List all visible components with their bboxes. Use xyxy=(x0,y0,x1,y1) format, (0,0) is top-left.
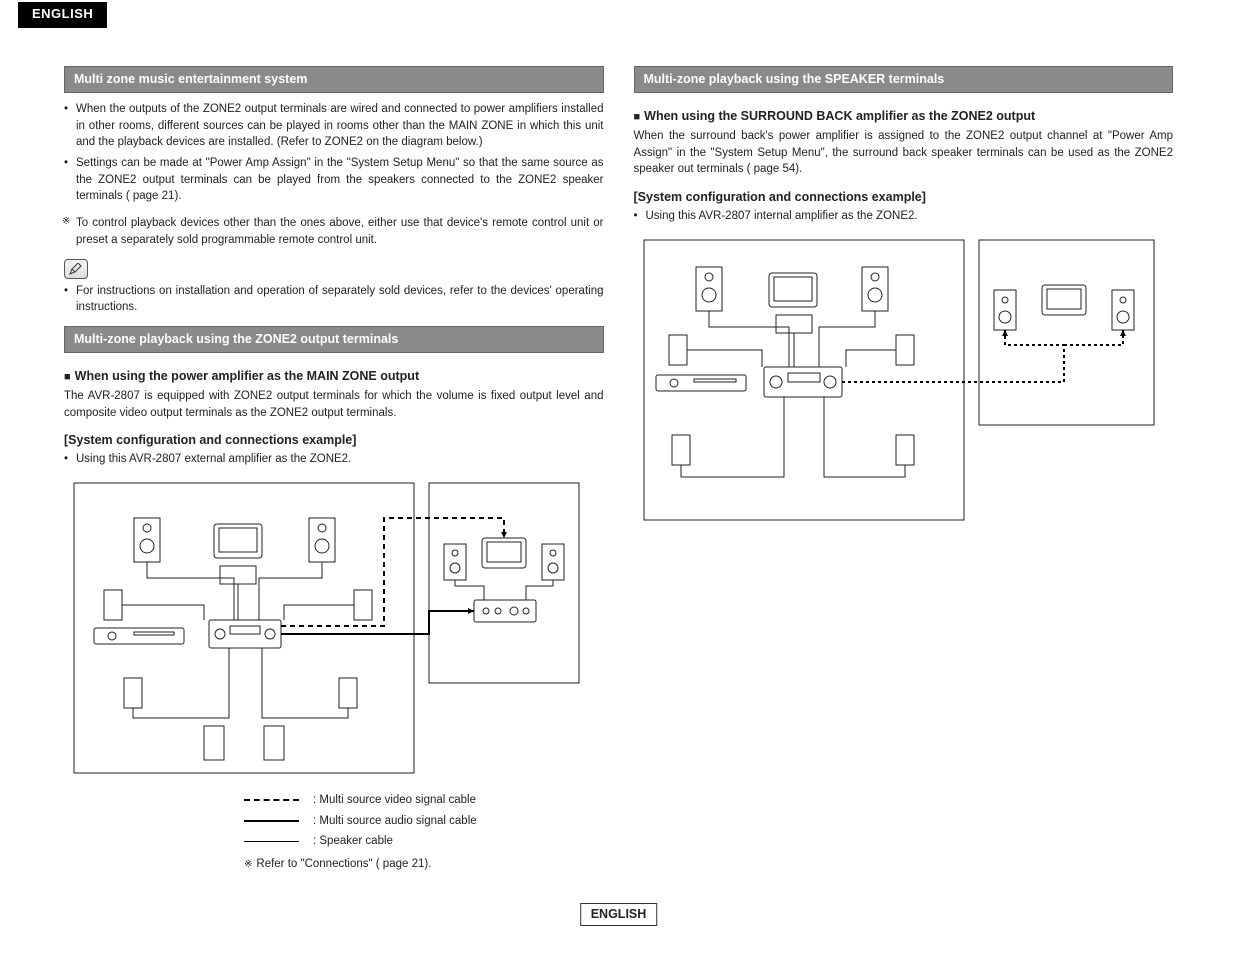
body-text: The AVR-2807 is equipped with ZONE2 outp… xyxy=(64,388,604,421)
section-heading-speaker-terminals: Multi-zone playback using the SPEAKER te… xyxy=(634,66,1174,93)
left-column: Multi zone music entertainment system Wh… xyxy=(64,60,604,873)
legend-label: Multi source audio signal cable xyxy=(319,815,476,827)
bullet-item: Settings can be made at "Power Amp Assig… xyxy=(64,155,604,205)
subheading-text: When using the power amplifier as the MA… xyxy=(75,369,419,383)
legend-swatch-solid xyxy=(244,820,299,822)
subheading-text: When using the SURROUND BACK amplifier a… xyxy=(644,109,1035,123)
bullet-item: Using this AVR-2807 external amplifier a… xyxy=(64,451,604,468)
section-heading-zone2-terminals: Multi-zone playback using the ZONE2 outp… xyxy=(64,326,604,353)
diagram-legend: : Multi source video signal cable : Mult… xyxy=(244,792,604,873)
bullet-list: Using this AVR-2807 internal amplifier a… xyxy=(634,208,1174,225)
note-remote-control: To control playback devices other than t… xyxy=(64,215,604,248)
diagram-zone2-external-amp xyxy=(64,478,604,778)
pencil-icon xyxy=(64,259,88,279)
body-text: When the surround back's power amplifier… xyxy=(634,128,1174,178)
legend-swatch-dashed xyxy=(244,799,299,801)
right-column: Multi-zone playback using the SPEAKER te… xyxy=(634,60,1174,873)
bullet-list-2: Using this AVR-2807 external amplifier a… xyxy=(64,451,604,468)
legend-label: Multi source video signal cable xyxy=(319,794,476,806)
section-heading-multizone-system: Multi zone music entertainment system xyxy=(64,66,604,93)
pencil-note-list: For instructions on installation and ope… xyxy=(64,283,604,316)
subheading-surround-back-zone2: ■When using the SURROUND BACK amplifier … xyxy=(634,107,1174,126)
legend-note: ※Refer to "Connections" ( page 21). xyxy=(244,856,604,873)
language-label-bottom: ENGLISH xyxy=(580,903,658,926)
language-tab-top: ENGLISH xyxy=(18,2,107,28)
brackets-heading: [System configuration and connections ex… xyxy=(64,431,604,449)
bullet-item: Using this AVR-2807 internal amplifier a… xyxy=(634,208,1174,225)
bullet-list-1: When the outputs of the ZONE2 output ter… xyxy=(64,101,604,205)
legend-swatch-thin xyxy=(244,841,299,842)
bullet-item: For instructions on installation and ope… xyxy=(64,283,604,316)
legend-label: Speaker cable xyxy=(319,835,393,847)
diagram-zone2-internal-amp xyxy=(634,235,1174,525)
bullet-item: When the outputs of the ZONE2 output ter… xyxy=(64,101,604,151)
subheading-power-amp-mainzone: ■When using the power amplifier as the M… xyxy=(64,367,604,386)
brackets-heading: [System configuration and connections ex… xyxy=(634,188,1174,206)
